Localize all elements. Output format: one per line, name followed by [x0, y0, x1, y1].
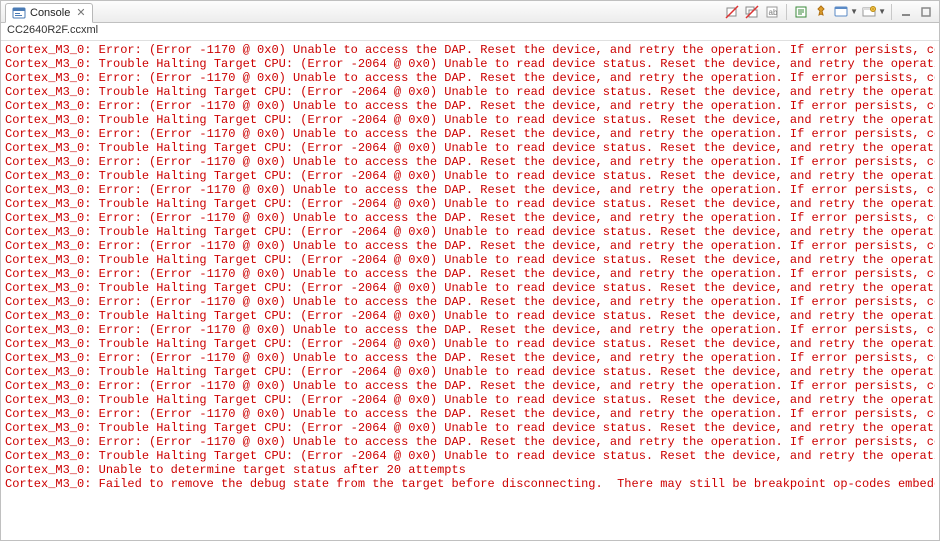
toolbar-separator: [786, 4, 787, 20]
console-line: Cortex_M3_0: Error: (Error -1170 @ 0x0) …: [5, 43, 935, 57]
console-line: Cortex_M3_0: Error: (Error -1170 @ 0x0) …: [5, 323, 935, 337]
console-line: Cortex_M3_0: Trouble Halting Target CPU:…: [5, 85, 935, 99]
console-line: Cortex_M3_0: Trouble Halting Target CPU:…: [5, 253, 935, 267]
console-line: Cortex_M3_0: Trouble Halting Target CPU:…: [5, 225, 935, 239]
console-line: Cortex_M3_0: Error: (Error -1170 @ 0x0) …: [5, 239, 935, 253]
display-selected-icon[interactable]: [832, 3, 850, 21]
console-line: Cortex_M3_0: Error: (Error -1170 @ 0x0) …: [5, 155, 935, 169]
console-line: Cortex_M3_0: Error: (Error -1170 @ 0x0) …: [5, 407, 935, 421]
console-line: Cortex_M3_0: Error: (Error -1170 @ 0x0) …: [5, 379, 935, 393]
console-icon: [12, 6, 26, 20]
console-line: Cortex_M3_0: Trouble Halting Target CPU:…: [5, 57, 935, 71]
console-line: Cortex_M3_0: Failed to remove the debug …: [5, 477, 935, 491]
tab-console[interactable]: Console ✕: [5, 3, 93, 23]
console-line: Cortex_M3_0: Trouble Halting Target CPU:…: [5, 365, 935, 379]
pin-icon[interactable]: [812, 3, 830, 21]
console-line: Cortex_M3_0: Trouble Halting Target CPU:…: [5, 449, 935, 463]
console-line: Cortex_M3_0: Trouble Halting Target CPU:…: [5, 197, 935, 211]
console-line: Cortex_M3_0: Trouble Halting Target CPU:…: [5, 281, 935, 295]
console-line: Cortex_M3_0: Error: (Error -1170 @ 0x0) …: [5, 183, 935, 197]
console-line: Cortex_M3_0: Trouble Halting Target CPU:…: [5, 113, 935, 127]
svg-text:ab: ab: [769, 8, 778, 17]
console-view: Console ✕ ab ▼: [0, 0, 940, 541]
subtitle-text: CC2640R2F.ccxml: [7, 24, 98, 36]
close-icon[interactable]: ✕: [76, 6, 85, 19]
console-line: Cortex_M3_0: Error: (Error -1170 @ 0x0) …: [5, 295, 935, 309]
remove-all-icon[interactable]: [743, 3, 761, 21]
console-line: Cortex_M3_0: Error: (Error -1170 @ 0x0) …: [5, 71, 935, 85]
tab-title: Console: [30, 7, 70, 19]
dropdown-arrow-icon[interactable]: ▼: [878, 7, 886, 16]
open-console-icon[interactable]: [860, 3, 878, 21]
console-line: Cortex_M3_0: Error: (Error -1170 @ 0x0) …: [5, 435, 935, 449]
console-line: Cortex_M3_0: Error: (Error -1170 @ 0x0) …: [5, 351, 935, 365]
console-line: Cortex_M3_0: Trouble Halting Target CPU:…: [5, 421, 935, 435]
console-output[interactable]: Cortex_M3_0: Error: (Error -1170 @ 0x0) …: [1, 41, 939, 540]
console-line: Cortex_M3_0: Trouble Halting Target CPU:…: [5, 169, 935, 183]
console-line: Cortex_M3_0: Trouble Halting Target CPU:…: [5, 141, 935, 155]
console-line: Cortex_M3_0: Trouble Halting Target CPU:…: [5, 393, 935, 407]
console-line: Cortex_M3_0: Error: (Error -1170 @ 0x0) …: [5, 99, 935, 113]
minimize-icon[interactable]: [897, 3, 915, 21]
console-subtitle: CC2640R2F.ccxml: [1, 23, 939, 41]
clear-icon[interactable]: ab: [763, 3, 781, 21]
console-line: Cortex_M3_0: Error: (Error -1170 @ 0x0) …: [5, 127, 935, 141]
remove-launch-icon[interactable]: [723, 3, 741, 21]
maximize-icon[interactable]: [917, 3, 935, 21]
console-line: Cortex_M3_0: Trouble Halting Target CPU:…: [5, 309, 935, 323]
tab-bar: Console ✕ ab ▼: [1, 1, 939, 23]
console-line: Cortex_M3_0: Error: (Error -1170 @ 0x0) …: [5, 267, 935, 281]
scroll-lock-icon[interactable]: [792, 3, 810, 21]
dropdown-arrow-icon[interactable]: ▼: [850, 7, 858, 16]
console-line: Cortex_M3_0: Unable to determine target …: [5, 463, 935, 477]
console-line: Cortex_M3_0: Error: (Error -1170 @ 0x0) …: [5, 211, 935, 225]
view-toolbar: ab ▼ ▼: [723, 3, 935, 21]
toolbar-separator: [891, 4, 892, 20]
console-line: Cortex_M3_0: Trouble Halting Target CPU:…: [5, 337, 935, 351]
